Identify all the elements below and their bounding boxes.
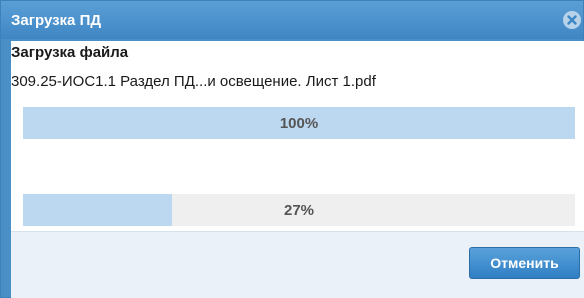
upload-heading: Загрузка файла [11, 44, 129, 61]
dialog-footer: Отменить [11, 231, 584, 298]
progress-percent: 27% [283, 201, 315, 219]
overall-progress-bar: 100% [23, 107, 575, 139]
file-name: 309.25-ИОС1.1 Раздел ПД...и освещение. Л… [11, 73, 376, 90]
dialog-title: Загрузка ПД [11, 12, 102, 29]
cancel-button[interactable]: Отменить [469, 247, 580, 279]
progress-percent: 100% [279, 114, 319, 132]
file-progress-bar: 27% [23, 194, 575, 226]
dialog-titlebar[interactable]: Загрузка ПД [1, 1, 583, 39]
close-icon[interactable] [563, 11, 581, 29]
upload-dialog: Загрузка ПД Загрузка файла 309.25-ИОС1.1… [0, 0, 584, 298]
